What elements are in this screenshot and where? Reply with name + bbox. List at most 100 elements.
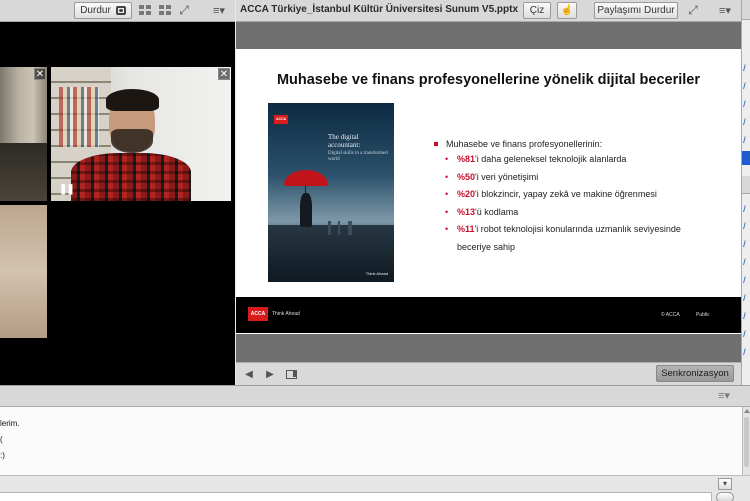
attendee-status-icon (743, 240, 750, 247)
video-pod-toolbar: Durdur ⤢ ≡▾ (0, 0, 235, 22)
cover-logo: ACCA (274, 115, 288, 124)
list-item: %20'i blokzincir, yapay zekâ ve makine ö… (432, 186, 722, 204)
bullet-lead: Muhasebe ve finans profesyonellerinin: (432, 138, 722, 151)
slide-title: Muhasebe ve finans profesyonellerine yön… (276, 72, 701, 88)
list-item: %81'i daha geleneksel teknolojik alanlar… (432, 151, 722, 169)
expand-icon: ⤢ (688, 3, 698, 17)
next-slide-button[interactable]: ▶ (263, 367, 277, 381)
arrow-left-icon: ◀ (245, 368, 253, 380)
footer-classification: Public (696, 312, 710, 318)
attendee-status-icon (743, 312, 750, 319)
slide-footer: ACCA Think Ahead © ACCA Public (236, 297, 741, 333)
bullet-text-continued: beceriye sahip (457, 241, 516, 252)
attendee-pod-toolbar (742, 0, 750, 20)
slide-sidebar-button[interactable] (284, 367, 298, 381)
chat-recipient-dropdown[interactable]: ▾ (718, 478, 732, 490)
chat-message: lerim. (0, 419, 20, 428)
draw-label: Çiz (529, 5, 545, 16)
cover-skyline (268, 221, 394, 235)
bullet-percentage: %81 (457, 154, 476, 164)
stop-sharing-label: Paylaşımı Durdur (597, 5, 675, 16)
sync-label: Senkronizasyon (661, 368, 729, 379)
share-pod-menu-button[interactable]: ≡▾ (718, 2, 732, 19)
participant-hair (106, 89, 159, 111)
chat-message: :) (0, 451, 5, 460)
cover-subtitle: Digital skills in a transformed world (328, 151, 388, 162)
attendee-status-icon (743, 118, 750, 125)
attendee-pod-toolbar-2 (742, 176, 750, 194)
close-icon[interactable]: ✕ (34, 68, 46, 80)
send-button[interactable] (716, 492, 734, 501)
expand-icon: ⤢ (179, 3, 189, 17)
share-fullscreen-button[interactable]: ⤢ (686, 2, 700, 19)
filmstrip-layout-button[interactable] (157, 2, 173, 19)
scroll-thumb[interactable] (744, 417, 749, 467)
slide-controls: ◀ ▶ Senkronizasyon (236, 362, 741, 385)
pause-icon[interactable]: ❚❚ (59, 184, 75, 195)
footer-copyright: © ACCA (661, 312, 680, 318)
attendee-status-icon (743, 258, 750, 265)
video-background-books (59, 87, 99, 147)
scroll-up-icon[interactable] (744, 409, 750, 413)
video-background (0, 143, 47, 201)
attendee-selected-row[interactable] (742, 151, 750, 165)
list-item: %13'ü kodlama (432, 204, 722, 222)
bullet-percentage: %50 (457, 171, 476, 182)
attendee-status-icon (743, 82, 750, 89)
list-item: %11'i robot teknolojisi konularında uzma… (432, 221, 722, 256)
attendee-status-icon (743, 64, 750, 71)
share-pod-toolbar: ACCA Türkiye_İstanbul Kültür Üniversites… (236, 0, 741, 22)
menu-icon: ≡▾ (213, 5, 225, 17)
stop-camera-label: Durdur (80, 5, 111, 16)
meeting-window: Durdur ⤢ ≡▾ ✕ ✕ ❚❚ ACCA Türkiye_İstanbul… (0, 0, 750, 501)
list-item: %50'i veri yönetişimi (432, 169, 722, 187)
stop-camera-button[interactable]: Durdur (74, 2, 132, 19)
bullet-percentage: %11 (457, 224, 475, 235)
slide: Muhasebe ve finans profesyonellerine yön… (236, 49, 741, 334)
attendee-status-icon (743, 294, 750, 301)
video-tile-participant-3[interactable] (0, 205, 47, 338)
chat-pod: ≡▾ lerim. ( :) ▾ (0, 385, 750, 501)
stop-sharing-button[interactable]: Paylaşımı Durdur (594, 2, 678, 19)
chat-input[interactable] (0, 492, 712, 501)
participant-body (71, 153, 191, 201)
menu-icon: ≡▾ (719, 5, 731, 17)
attendee-status-icon (743, 100, 750, 107)
bullet-percentage: %20 (457, 189, 476, 200)
bullet-list: %81'i daha geleneksel teknolojik alanlar… (432, 151, 722, 257)
acca-logo: ACCA (248, 307, 268, 321)
document-title: ACCA Türkiye_İstanbul Kültür Üniversites… (240, 4, 519, 15)
chat-menu-button[interactable]: ≡▾ (718, 389, 730, 402)
grid-layout-button[interactable] (137, 2, 153, 19)
attendee-status-icon (743, 136, 750, 143)
chat-scrollbar[interactable] (742, 407, 750, 475)
video-tile-participant-2[interactable]: ✕ ❚❚ (51, 67, 231, 201)
bullet-percentage: %13 (457, 206, 476, 217)
close-icon[interactable]: ✕ (218, 68, 230, 80)
participant-beard (111, 129, 153, 153)
attendee-list-pod (741, 0, 750, 385)
bullet-text: 'i daha geleneksel teknolojik alanlarda (475, 154, 627, 164)
grid-icon (138, 5, 152, 16)
chat-messages: lerim. ( :) (0, 407, 742, 475)
cover-title: The digital accountant: (328, 133, 361, 149)
video-pod-menu-button[interactable]: ≡▾ (212, 2, 226, 19)
attendee-status-icon (743, 348, 750, 355)
umbrella-icon (284, 170, 328, 186)
footer-tagline: Think Ahead (272, 311, 300, 317)
pointer-button[interactable]: ☝ (557, 2, 577, 19)
pointer-icon: ☝ (560, 5, 574, 16)
presentation-stage: Muhasebe ve finans profesyonellerine yön… (236, 22, 741, 362)
attendee-status-icon (743, 205, 750, 212)
bullet-text: 'ü kodlama (475, 206, 519, 217)
previous-slide-button[interactable]: ◀ (242, 367, 256, 381)
attendee-status-icon (743, 330, 750, 337)
sync-button[interactable]: Senkronizasyon (656, 365, 734, 382)
draw-button[interactable]: Çiz (523, 2, 551, 19)
sidebar-icon (285, 369, 297, 379)
fullscreen-button[interactable]: ⤢ (177, 2, 191, 19)
bullet-text: 'i blokzincir, yapay zekâ ve makine öğre… (475, 189, 657, 200)
video-tile-participant-1[interactable]: ✕ (0, 67, 47, 201)
slide-bullets: Muhasebe ve finans profesyonellerinin: %… (432, 138, 722, 257)
attendee-status-icon (743, 222, 750, 229)
